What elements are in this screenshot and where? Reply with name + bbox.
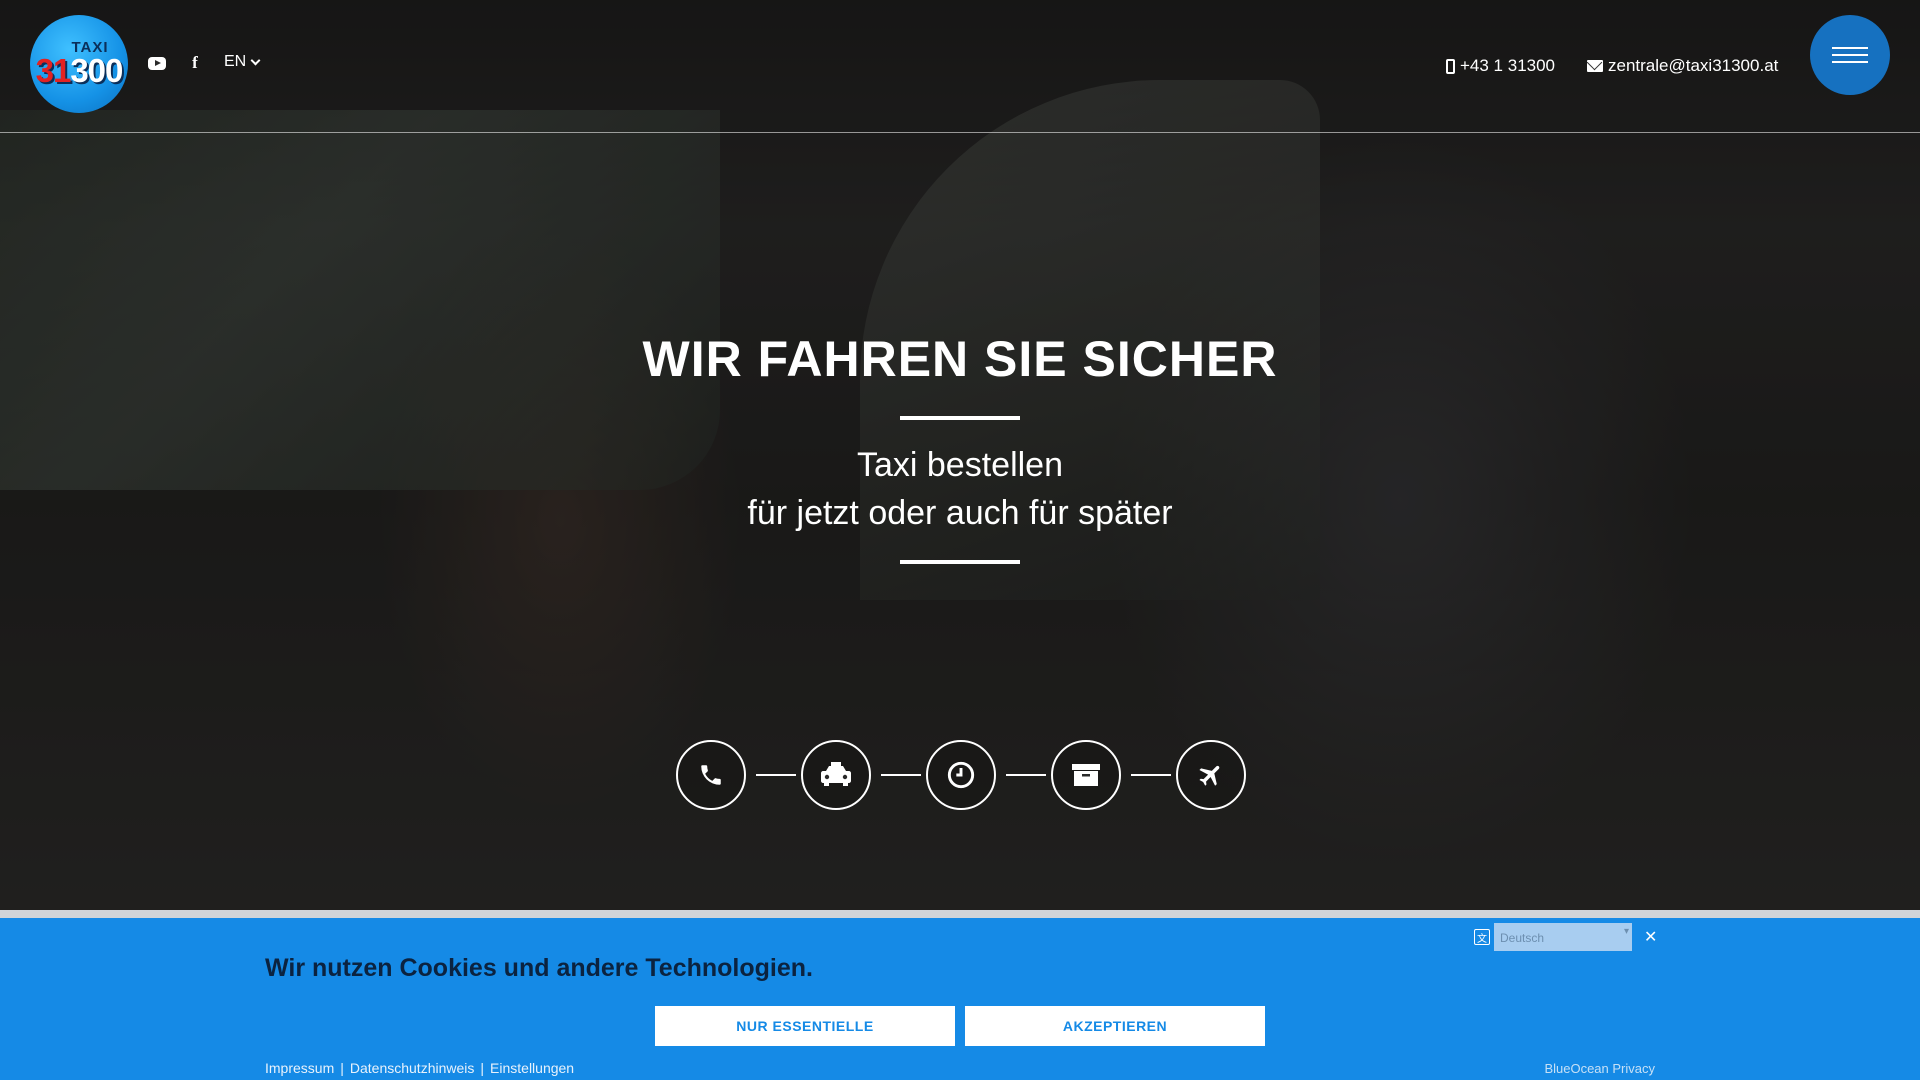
close-icon[interactable]: ✕ bbox=[1644, 927, 1657, 947]
cookie-language-widget: 文 Deutsch ✕ bbox=[1474, 923, 1657, 951]
subline-divider bbox=[900, 560, 1020, 564]
menu-button[interactable] bbox=[1810, 15, 1890, 95]
facebook-icon[interactable]: f bbox=[184, 52, 206, 74]
step-airport[interactable] bbox=[1176, 740, 1246, 810]
cookie-title: Wir nutzen Cookies und andere Technologi… bbox=[265, 954, 813, 982]
language-label: EN bbox=[224, 53, 247, 70]
link-separator: | bbox=[480, 1060, 485, 1076]
step-archive[interactable] bbox=[1051, 740, 1121, 810]
translate-icon: 文 bbox=[1474, 929, 1490, 945]
imprint-link[interactable]: Impressum bbox=[265, 1060, 334, 1076]
envelope-icon bbox=[1587, 60, 1603, 72]
hero-subline-1: Taxi bestellen bbox=[856, 446, 1063, 484]
chevron-down-icon bbox=[250, 55, 261, 66]
essential-only-button[interactable]: NUR ESSENTIELLE bbox=[655, 1006, 955, 1046]
phone-icon bbox=[701, 765, 721, 785]
booking-steps bbox=[676, 740, 1246, 810]
blueocean-brand[interactable]: BlueOcean Privacy bbox=[1544, 1061, 1655, 1076]
site-header: TAXI 31300 f EN +43 1 31300 zentrale@tax… bbox=[0, 0, 1920, 133]
mobile-phone-icon bbox=[1446, 58, 1455, 74]
accept-button[interactable]: AKZEPTIEREN bbox=[965, 1006, 1265, 1046]
cookie-links: Impressum | Datenschutzhinweis | Einstel… bbox=[265, 1060, 574, 1076]
privacy-link[interactable]: Datenschutzhinweis bbox=[350, 1060, 475, 1076]
step-connector bbox=[1131, 774, 1171, 776]
phone-number: +43 1 31300 bbox=[1460, 56, 1556, 75]
email-address: zentrale@taxi31300.at bbox=[1608, 56, 1779, 75]
step-phone[interactable] bbox=[676, 740, 746, 810]
hamburger-bar bbox=[1832, 61, 1868, 63]
hero-headline: WIR FAHREN SIE SICHER bbox=[642, 331, 1278, 387]
step-connector bbox=[1006, 774, 1046, 776]
hamburger-icon bbox=[1832, 47, 1868, 49]
plane-icon bbox=[1199, 765, 1220, 786]
email-link[interactable]: zentrale@taxi31300.at bbox=[1587, 56, 1778, 76]
settings-link[interactable]: Einstellungen bbox=[490, 1060, 574, 1076]
taxi-icon bbox=[821, 762, 851, 786]
clock-icon bbox=[947, 761, 975, 789]
cookie-language-select[interactable]: Deutsch bbox=[1494, 923, 1632, 951]
taxi-logo[interactable]: TAXI 31300 bbox=[30, 15, 128, 113]
headline-divider bbox=[900, 416, 1020, 420]
logo-number-prefix: 31 bbox=[35, 51, 72, 89]
language-selector[interactable]: EN bbox=[224, 53, 261, 71]
hero-subline-2: für jetzt oder auch für später bbox=[747, 494, 1173, 532]
hamburger-bar bbox=[1832, 54, 1868, 56]
phone-link[interactable]: +43 1 31300 bbox=[1446, 56, 1555, 76]
step-connector bbox=[756, 774, 796, 776]
link-separator: | bbox=[340, 1060, 344, 1076]
logo-number: 31300 bbox=[35, 51, 124, 90]
step-taxi[interactable] bbox=[801, 740, 871, 810]
cookie-banner: Wir nutzen Cookies und andere Technologi… bbox=[0, 910, 1920, 1080]
youtube-icon[interactable] bbox=[146, 52, 168, 74]
step-time[interactable] bbox=[926, 740, 996, 810]
logo-number-suffix: 300 bbox=[70, 51, 123, 89]
step-connector bbox=[881, 774, 921, 776]
archive-icon bbox=[1072, 764, 1100, 786]
